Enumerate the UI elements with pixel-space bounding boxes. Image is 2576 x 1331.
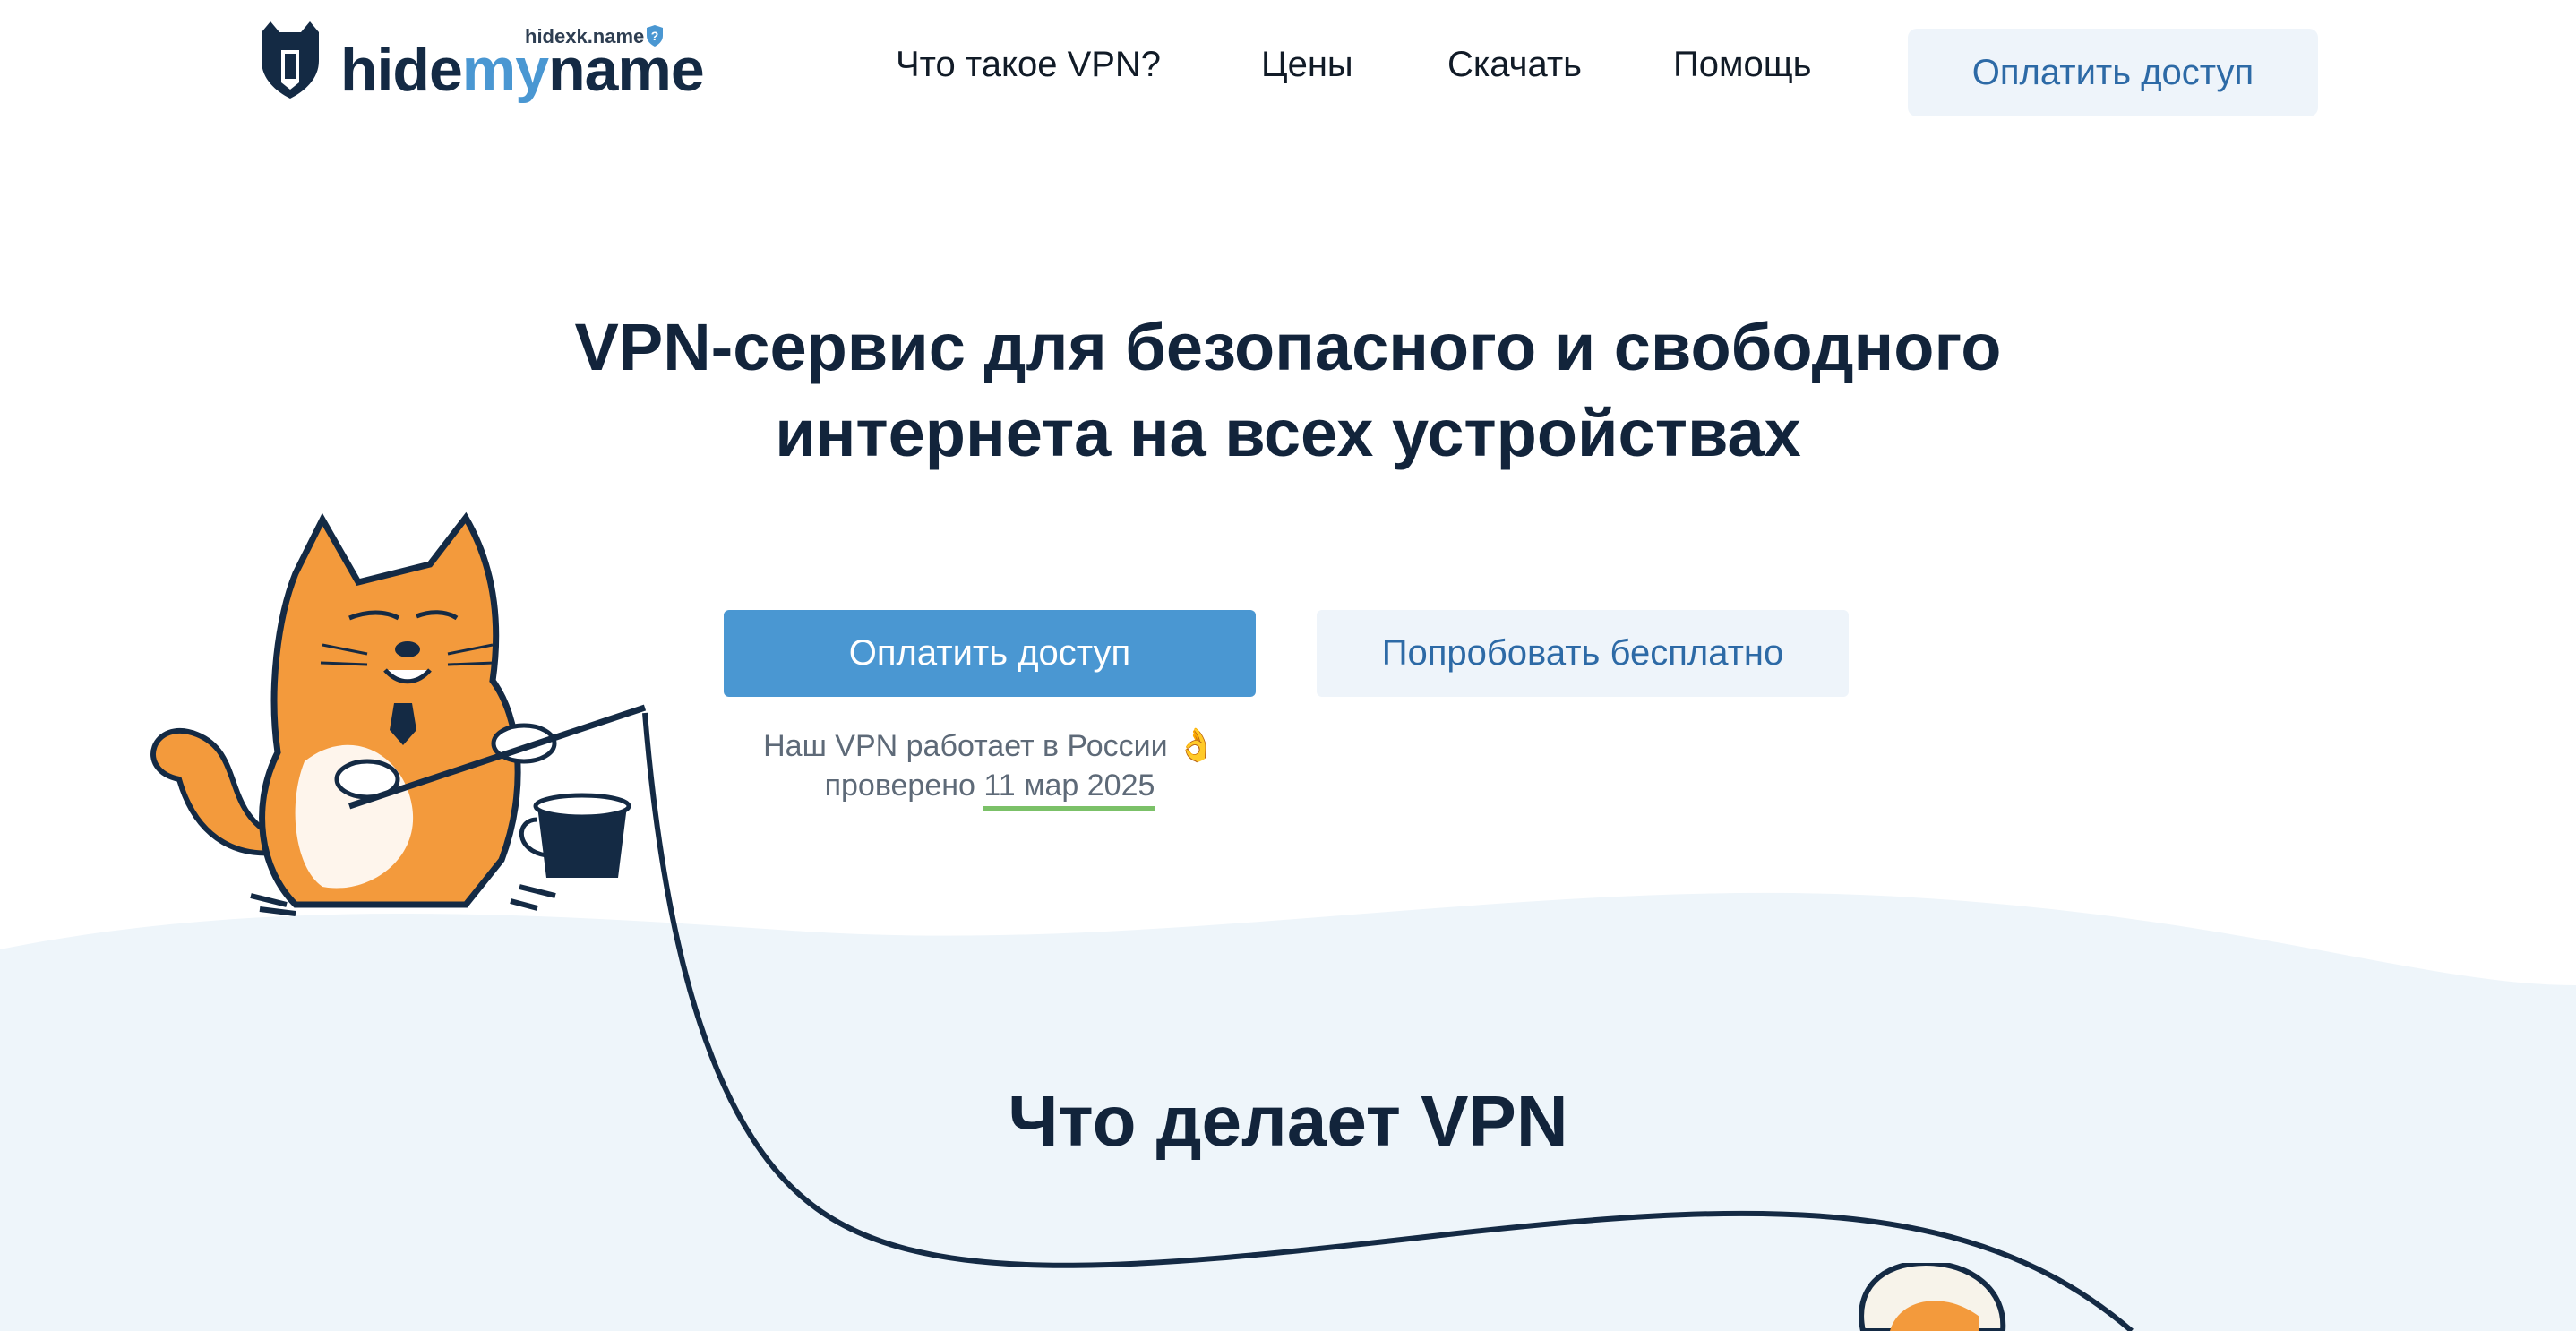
- peeking-cat-illustration: [1859, 1263, 2006, 1331]
- vpn-status-label: Наш VPN работает в России: [763, 729, 1168, 763]
- logo-wordmark: hidemyname: [340, 36, 705, 104]
- nav-help[interactable]: Помощь: [1673, 47, 1812, 82]
- hero-title-line-1: VPN-сервис для безопасного и свободного: [574, 310, 2002, 384]
- nav-prices[interactable]: Цены: [1261, 47, 1353, 82]
- shield-question-icon[interactable]: ?: [645, 25, 665, 47]
- pay-access-button[interactable]: Оплатить доступ: [724, 610, 1256, 697]
- mirror-domain-label: hidexk.name: [525, 25, 645, 47]
- checked-status: проверено 11 мар 2025: [724, 769, 1256, 811]
- hero-title-line-2: интернета на всех устройствах: [775, 396, 1801, 470]
- try-free-button[interactable]: Попробовать бесплатно: [1317, 610, 1849, 697]
- vpn-status-text: Наш VPN работает в России 👌: [724, 726, 1256, 763]
- what-vpn-does-title: Что делает VPN: [1008, 1081, 1568, 1161]
- checked-label: проверено: [824, 769, 975, 803]
- svg-text:?: ?: [651, 29, 659, 43]
- ok-hand-emoji-icon: 👌: [1176, 726, 1216, 763]
- header-pay-button[interactable]: Оплатить доступ: [1908, 29, 2318, 116]
- hero-title: VPN-сервис для безопасного и свободного …: [502, 305, 2074, 477]
- logo[interactable]: hidemyname hidexk.name ?: [251, 16, 705, 115]
- nav-what-is-vpn[interactable]: Что такое VPN?: [896, 47, 1161, 82]
- cat-shield-logo-icon: [262, 21, 319, 99]
- fishing-cat-illustration: [150, 511, 647, 916]
- checked-date: 11 мар 2025: [983, 769, 1155, 811]
- nav-download[interactable]: Скачать: [1447, 47, 1582, 82]
